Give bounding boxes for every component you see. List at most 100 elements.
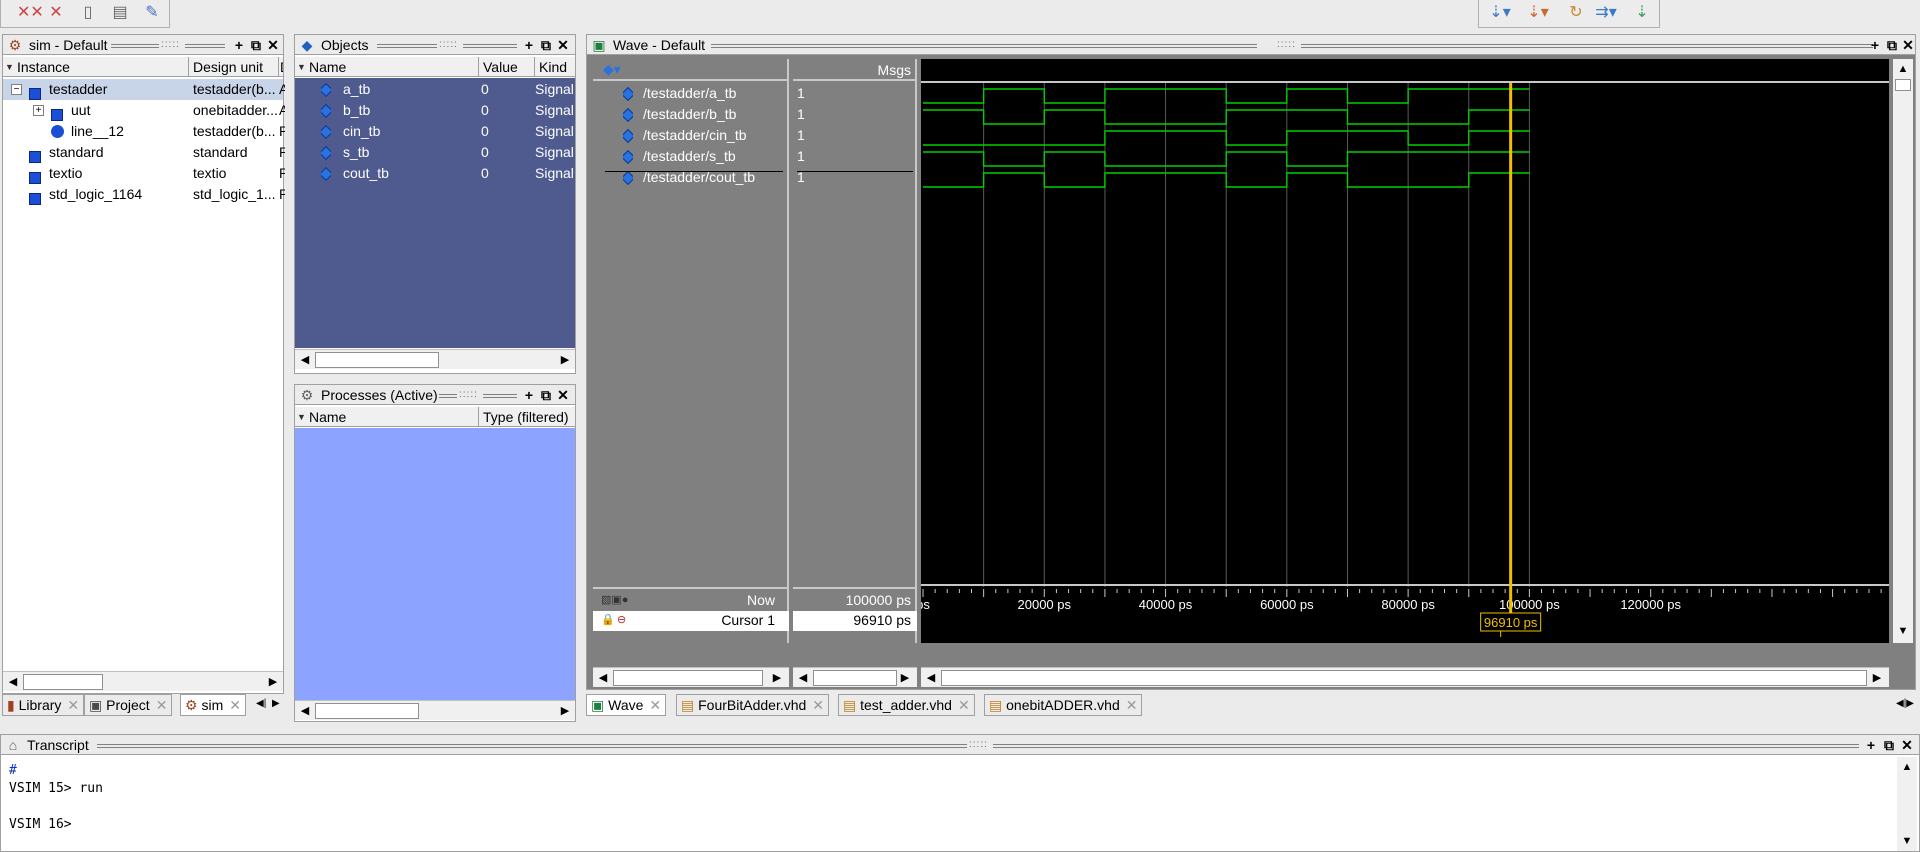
delete-all-breakpoints-icon[interactable]: ✕✕ <box>17 1 44 25</box>
scroll-thumb[interactable] <box>1895 79 1911 91</box>
list-item[interactable]: cout_tb 0 Signal <box>295 163 575 184</box>
scroll-up-icon[interactable]: ▲ <box>1899 759 1915 775</box>
close-icon[interactable]: ✕ <box>265 36 281 54</box>
waveform-canvas[interactable]: ps 20000 ps 40000 ps 60000 ps 80000 ps 100000… <box>921 59 1889 675</box>
transcript-vscrollbar[interactable]: ▲ ▼ <box>1897 757 1917 851</box>
list-item[interactable]: s_tb 0 Signal <box>295 142 575 163</box>
col-name[interactable]: ▼ Name <box>295 407 479 426</box>
pane-grip[interactable] <box>1301 44 1873 48</box>
pane-grip[interactable] <box>993 744 1859 748</box>
close-icon[interactable]: ✕ <box>555 36 571 54</box>
add-signal-icon[interactable]: ◆▾ <box>603 61 621 78</box>
wave-tool-icon[interactable]: ✎ <box>139 1 165 25</box>
table-row[interactable]: standard standard P <box>3 142 285 164</box>
col-d[interactable]: D <box>279 57 283 76</box>
scroll-left-icon[interactable]: ◀ <box>297 703 313 719</box>
list-item[interactable]: b_tb 0 Signal <box>295 100 575 121</box>
values-hscrollbar[interactable]: ◀ ▶ <box>793 667 917 687</box>
pane-grip[interactable] <box>377 44 437 48</box>
pane-grip-dots[interactable]: ::::: <box>969 740 988 750</box>
scroll-thumb[interactable] <box>315 352 439 368</box>
tab-onebitadder[interactable]: ▤ onebitADDER.vhd ✕ <box>984 694 1143 716</box>
step-out-icon[interactable]: ↻ <box>1563 1 1589 25</box>
undock-icon[interactable]: ⧉ <box>248 36 264 54</box>
sim-hscrollbar[interactable]: ◀ ▶ <box>3 671 283 691</box>
dock-icon[interactable]: + <box>1863 736 1879 754</box>
col-value[interactable]: Value <box>479 57 535 76</box>
pane-grip[interactable] <box>111 44 159 48</box>
pane-grip[interactable] <box>463 44 517 48</box>
names-hscrollbar[interactable]: ◀ ▶ <box>593 667 789 687</box>
scroll-right-icon[interactable]: ▶ <box>557 703 573 719</box>
collapse-icon[interactable]: − <box>11 84 22 95</box>
table-row[interactable]: + uut onebitadder... A <box>3 100 285 122</box>
wave-signal-row[interactable]: /testadder/b_tb <box>593 104 789 125</box>
scroll-left-icon[interactable]: ◀ <box>297 352 313 368</box>
pane-grip[interactable] <box>97 744 967 748</box>
tab-wave[interactable]: ▣ Wave ✕ <box>586 694 667 716</box>
col-instance[interactable]: ▼ Instance <box>3 57 189 76</box>
scroll-down-icon[interactable]: ▼ <box>1895 623 1911 639</box>
paste-icon[interactable]: ▤ <box>107 1 133 25</box>
table-row[interactable]: − testadder testadder(b... A <box>3 79 285 101</box>
scroll-thumb[interactable] <box>613 670 763 686</box>
zoom-icon[interactable]: ▧▣● <box>601 593 628 606</box>
table-row[interactable]: textio textio P <box>3 163 285 185</box>
lock-icon[interactable]: 🔒 <box>601 613 615 626</box>
scroll-right-icon[interactable]: ▶ <box>897 670 913 686</box>
transcript-text[interactable]: # VSIM 15> run VSIM 16> <box>9 759 1889 849</box>
processes-hscrollbar[interactable]: ◀ ▶ <box>295 700 575 720</box>
col-type[interactable]: Type (filtered) <box>479 407 575 426</box>
scroll-thumb[interactable] <box>813 670 897 686</box>
tab-fourbitadder[interactable]: ▤ FourBitAdder.vhd ✕ <box>676 694 830 716</box>
wave-signal-row[interactable]: /testadder/s_tb <box>593 146 789 167</box>
undock-icon[interactable]: ⧉ <box>1884 36 1900 54</box>
step-over-icon[interactable]: ⇣▾ <box>1525 1 1551 25</box>
table-row[interactable]: line__12 testadder(b... P <box>3 121 285 142</box>
scroll-left-icon[interactable]: ◀ <box>923 670 939 686</box>
scroll-right-icon[interactable]: ▶ <box>557 352 573 368</box>
copy-icon[interactable]: ▯ <box>75 1 101 25</box>
tab-scroll-left-icon[interactable]: ◀| <box>256 698 266 709</box>
scroll-right-icon[interactable]: ▶ <box>769 670 785 686</box>
pane-grip[interactable] <box>483 394 517 398</box>
col-kind[interactable]: Kind <box>535 57 575 76</box>
scroll-right-icon[interactable]: ▶ <box>1869 670 1885 686</box>
close-icon[interactable]: ✕ <box>1900 36 1916 54</box>
undock-icon[interactable]: ⧉ <box>1881 736 1897 754</box>
scroll-left-icon[interactable]: ◀ <box>5 674 21 690</box>
scroll-up-icon[interactable]: ▲ <box>1895 61 1911 77</box>
scroll-thumb[interactable] <box>23 674 103 690</box>
scroll-left-icon[interactable]: ◀ <box>595 670 611 686</box>
restart-icon[interactable]: ⇣ <box>1629 1 1655 25</box>
remove-cursor-icon[interactable]: ⊖ <box>617 613 626 626</box>
expand-icon[interactable]: + <box>33 105 44 116</box>
pane-grip[interactable] <box>185 44 225 48</box>
undock-icon[interactable]: ⧉ <box>538 386 554 404</box>
dock-icon[interactable]: + <box>521 36 537 54</box>
scroll-thumb[interactable] <box>315 703 419 719</box>
pane-grip-dots[interactable]: ::::: <box>161 40 180 50</box>
pane-grip-dots[interactable]: ::::: <box>1277 40 1296 50</box>
tab-test-adder[interactable]: ▤ test_adder.vhd ✕ <box>838 694 975 716</box>
scroll-thumb[interactable] <box>941 670 1867 686</box>
tab-project[interactable]: ▣ Project ✕ <box>84 694 173 716</box>
tab-sim[interactable]: ⚙ sim ✕ <box>180 694 246 716</box>
pane-grip[interactable] <box>439 394 457 398</box>
undock-icon[interactable]: ⧉ <box>538 36 554 54</box>
remove-icon[interactable]: ✕ <box>43 1 69 25</box>
list-item[interactable]: cin_tb 0 Signal <box>295 121 575 142</box>
wave-hscrollbar[interactable]: ◀ ▶ <box>921 667 1889 687</box>
tab-library[interactable]: ▮ Library ✕ <box>2 694 85 716</box>
continue-icon[interactable]: ⇉▾ <box>1593 1 1619 25</box>
scroll-down-icon[interactable]: ▼ <box>1899 833 1915 849</box>
pane-grip[interactable] <box>711 44 1257 48</box>
cursor-label-row[interactable]: 🔒 ⊖ Cursor 1 <box>593 611 789 631</box>
scroll-left-icon[interactable]: ◀ <box>795 670 811 686</box>
objects-hscrollbar[interactable]: ◀ ▶ <box>295 349 575 369</box>
pane-grip-dots[interactable]: ::::: <box>459 390 478 400</box>
wave-vscrollbar[interactable]: ▲ ▼ <box>1893 59 1913 643</box>
step-icon[interactable]: ⇣▾ <box>1487 1 1513 25</box>
dock-icon[interactable]: + <box>1867 36 1883 54</box>
wave-signal-row[interactable]: /testadder/a_tb <box>593 83 789 104</box>
